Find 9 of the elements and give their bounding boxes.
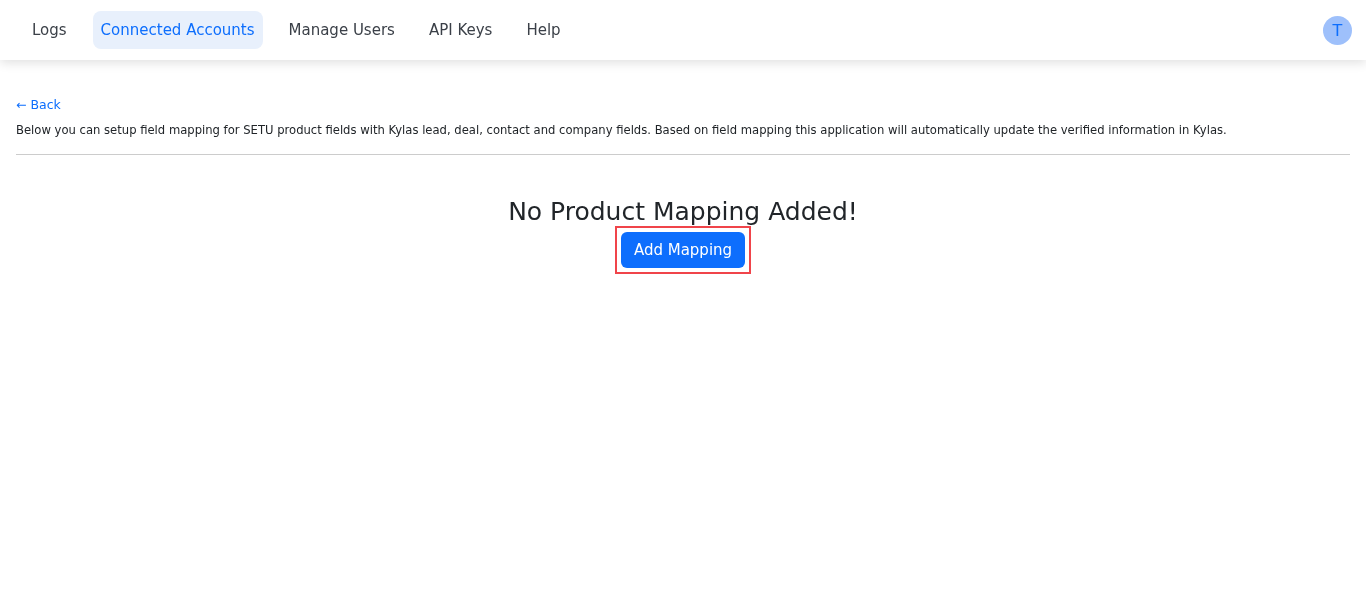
description-text: Below you can setup field mapping for SETU product fields with Kylas lead, deal, contact and company fields. Based on field mapping this application will automatically update the verified information in Kylas. [16,123,1228,137]
nav-tab[interactable]: Help [518,11,569,49]
nav-tab[interactable]: Manage Users [280,11,403,49]
add-mapping-button[interactable]: Add Mapping [620,232,746,268]
back-link[interactable]: ← Back [16,97,61,112]
nav-tab[interactable]: API Keys [420,11,501,49]
nav-tab[interactable]: Connected Accounts [92,11,263,49]
nav-tab[interactable]: Logs [24,11,75,49]
empty-state-title: No Product Mapping Added! [508,197,858,226]
